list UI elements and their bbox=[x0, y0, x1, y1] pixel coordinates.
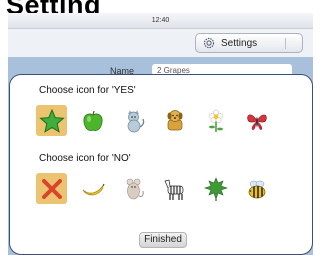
no-option-cross[interactable] bbox=[36, 173, 67, 204]
yes-option-apple[interactable] bbox=[77, 105, 108, 136]
yes-option-dog[interactable] bbox=[159, 105, 190, 136]
yes-prompt: Choose icon for 'YES' bbox=[39, 85, 136, 96]
yes-option-butterfly[interactable] bbox=[241, 105, 272, 136]
button-divider bbox=[285, 38, 286, 49]
star-icon bbox=[38, 108, 65, 133]
no-option-banana[interactable] bbox=[77, 173, 108, 204]
leaf-icon bbox=[203, 176, 228, 201]
cat-icon bbox=[127, 109, 144, 132]
settings-label: Settings bbox=[221, 37, 258, 49]
yes-icon-row bbox=[36, 105, 272, 136]
no-icon-row bbox=[36, 173, 272, 204]
apple-icon bbox=[82, 110, 103, 131]
cross-icon bbox=[41, 178, 62, 199]
no-option-leaf[interactable] bbox=[200, 173, 231, 204]
settings-button[interactable]: Settings bbox=[195, 33, 303, 53]
icon-chooser-dialog: Choose icon for 'YES' Choose icon for 'N… bbox=[9, 74, 313, 255]
no-option-zebra[interactable] bbox=[159, 173, 190, 204]
no-option-mouse[interactable] bbox=[118, 173, 149, 204]
finished-button[interactable]: Finished bbox=[139, 232, 187, 248]
gear-icon bbox=[203, 37, 215, 49]
no-prompt: Choose icon for 'NO' bbox=[39, 153, 131, 164]
flower-icon bbox=[208, 109, 223, 132]
yes-option-star[interactable] bbox=[36, 105, 67, 136]
banana-icon bbox=[82, 183, 105, 195]
zebra-icon bbox=[164, 179, 183, 200]
status-time: 12:40 bbox=[151, 17, 170, 24]
status-bar: 12:40 bbox=[8, 13, 313, 29]
yes-option-cat[interactable] bbox=[118, 105, 149, 136]
bee-icon bbox=[248, 180, 265, 198]
butterfly-icon bbox=[246, 114, 267, 130]
dog-icon bbox=[167, 109, 182, 130]
no-option-bee[interactable] bbox=[241, 173, 272, 204]
yes-option-flower[interactable] bbox=[200, 105, 231, 136]
mouse-icon bbox=[126, 178, 144, 199]
